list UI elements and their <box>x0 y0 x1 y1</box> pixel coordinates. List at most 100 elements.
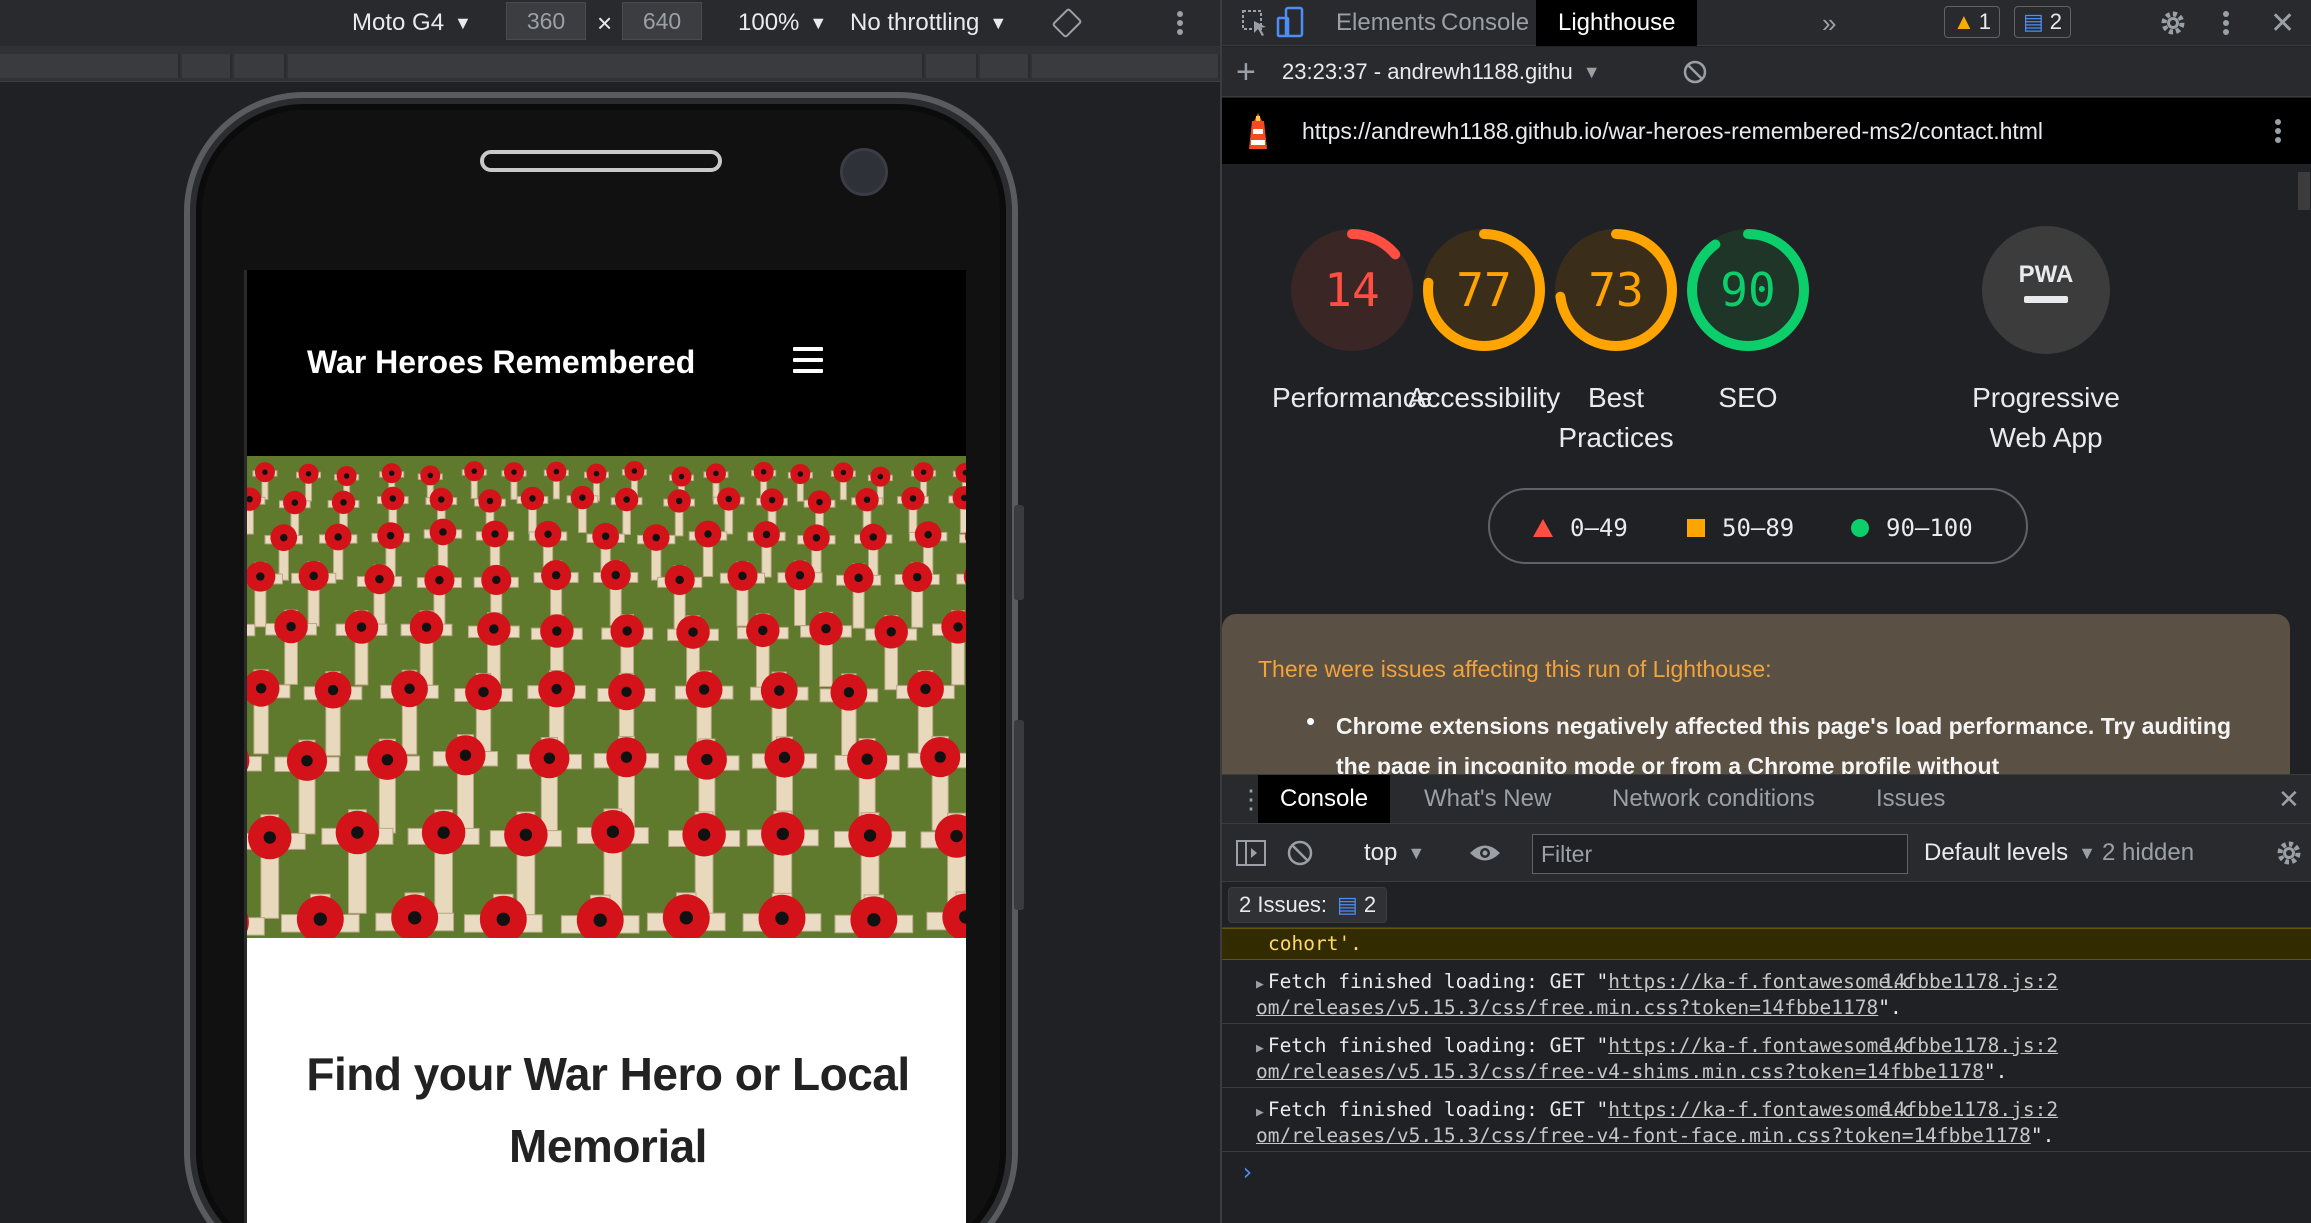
tab-elements[interactable]: Elements <box>1336 0 1436 46</box>
device-name: Moto G4 <box>352 9 445 36</box>
sidebar-toggle-icon[interactable] <box>1236 824 1266 882</box>
drawer-tab-issues[interactable]: Issues <box>1876 775 1945 823</box>
gauge-label: SEO <box>1718 382 1778 413</box>
issues-chip[interactable]: 2 Issues: ▤ 2 <box>1228 887 1388 923</box>
rotate-icon[interactable] <box>1052 0 1082 46</box>
settings-gear-icon[interactable] <box>2158 0 2188 46</box>
console-message[interactable]: ▶ Fetch finished loading: GET "https://ka… <box>1222 1024 2311 1088</box>
lighthouse-report: 14 Performance 77 Accessibility 73 Best Pract… <box>1222 164 2311 774</box>
devtools-tabbar: Elements Console Lighthouse » ▲ 1 ▤ 2 ✕ <box>1222 0 2311 46</box>
message-line: ▶ Fetch finished loading: GET "https://ka… <box>1256 970 1914 993</box>
lighthouse-url-bar: https://andrewh1188.github.io/war-heroes… <box>1222 98 2311 164</box>
message-icon: ▤ <box>2023 9 2044 34</box>
log-levels-value: Default levels <box>1924 839 2069 866</box>
phone-speaker <box>480 150 722 172</box>
lighthouse-logo-icon <box>1244 98 1272 164</box>
console-messages: cohort'. ▶ Fetch finished loading: GET "h… <box>1222 928 2311 1223</box>
message-url-link: https://ka-f.fontawesome.c <box>1608 1098 1914 1121</box>
drawer-tab-network-conditions[interactable]: Network conditions <box>1612 775 1815 823</box>
chevron-down-icon: ▼ <box>2078 842 2096 863</box>
zoom-select[interactable]: 100% ▼ <box>738 0 827 46</box>
console-warning-tail: cohort'. <box>1222 928 2311 960</box>
device-toolbar: Moto G4 ▼ 360 × 640 100% ▼ No throttling ▼ <box>0 0 1220 46</box>
height-input[interactable]: 640 <box>622 2 702 40</box>
console-message[interactable]: ▶ Fetch finished loading: GET "https://ka… <box>1222 960 2311 1024</box>
inspect-element-icon[interactable] <box>1240 0 1270 46</box>
score-ring: 77 <box>1423 229 1545 351</box>
device-toolbar-toggle-icon[interactable] <box>1276 0 1306 46</box>
runtime-warnings-box: There were issues affecting this run of … <box>1222 614 2290 774</box>
live-expression-eye-icon[interactable] <box>1468 824 1502 882</box>
drawer-tab-whats-new[interactable]: What's New <box>1424 775 1551 823</box>
gauge-progressive-web-app[interactable]: PWA Progressive Web App <box>1966 220 2126 458</box>
close-drawer-icon[interactable]: ✕ <box>2278 775 2300 823</box>
audited-url[interactable]: https://andrewh1188.github.io/war-heroes… <box>1302 98 2043 164</box>
issues-bar: 2 Issues: ▤ 2 <box>1222 882 2311 928</box>
legend-fail-label: 0–49 <box>1570 514 1628 542</box>
zoom-value: 100% <box>738 9 800 36</box>
console-filter-input[interactable] <box>1532 834 1908 874</box>
throttling-select[interactable]: No throttling ▼ <box>850 0 1007 46</box>
context-select[interactable]: top ▼ <box>1364 824 1425 882</box>
more-tabs-icon[interactable]: » <box>1822 0 1836 46</box>
report-selector[interactable]: 23:23:37 - andrewh1188.githu ▼ <box>1282 47 1601 97</box>
messages-count: 2 <box>2049 9 2063 34</box>
media-query-ruler[interactable] <box>0 46 1220 82</box>
console-prompt-icon[interactable]: › <box>1240 1158 1254 1186</box>
message-line: om/releases/v5.15.3/css/free-v4-shims.mi… <box>1256 1060 2008 1083</box>
message-line: om/releases/v5.15.3/css/free.min.css?tok… <box>1256 996 1902 1019</box>
hamburger-menu-icon[interactable] <box>793 347 823 373</box>
messages-badge[interactable]: ▤ 2 <box>2014 6 2072 38</box>
warnings-title: There were issues affecting this run of … <box>1258 656 1772 682</box>
pwa-badge-icon: PWA <box>1982 226 2110 354</box>
site-brand[interactable]: War Heroes Remembered <box>307 344 695 381</box>
report-selector-value: 23:23:37 - andrewh1188.githu <box>1282 59 1573 84</box>
red-triangle-icon <box>1533 519 1553 537</box>
tab-console[interactable]: Console <box>1441 0 1529 46</box>
clear-console-icon[interactable] <box>1286 824 1314 882</box>
message-url-link: https://ka-f.fontawesome.c <box>1608 970 1914 993</box>
drawer-tabbar: ⋮ Console What's New Network conditions … <box>1222 774 2311 824</box>
legend-fail: 0–49 <box>1532 514 1628 542</box>
message-source-link[interactable]: 14fbbe1178.js:2 <box>1882 970 2058 993</box>
message-source-link[interactable]: 14fbbe1178.js:2 <box>1882 1098 2058 1121</box>
expand-triangle-icon: ▶ <box>1256 1041 1264 1056</box>
device-select[interactable]: Moto G4 ▼ <box>352 0 472 46</box>
message-line: ▶ Fetch finished loading: GET "https://ka… <box>1256 1034 1914 1057</box>
clear-reports-icon[interactable] <box>1682 47 1708 97</box>
log-levels-select[interactable]: Default levels ▼ <box>1924 824 2096 882</box>
dimension-times-sign: × <box>597 7 613 38</box>
warnings-count: 1 <box>1978 9 1992 34</box>
gauge-seo[interactable]: 90 SEO <box>1668 220 1828 418</box>
devtools-panel: Elements Console Lighthouse » ▲ 1 ▤ 2 ✕ + … <box>1222 0 2311 1223</box>
width-input[interactable]: 360 <box>506 2 586 40</box>
chevron-down-icon: ▼ <box>454 12 472 33</box>
page-heading: Find your War Hero or Local Memorial <box>306 1048 910 1172</box>
message-source-link[interactable]: 14fbbe1178.js:2 <box>1882 1034 2058 1057</box>
warnings-badge[interactable]: ▲ 1 <box>1944 6 2001 38</box>
lighthouse-toolbar: + 23:23:37 - andrewh1188.githu ▼ <box>1222 47 2311 97</box>
warning-item: Chrome extensions negatively affected th… <box>1336 713 2232 774</box>
svg-text:PWA: PWA <box>2019 261 2074 288</box>
legend-pass-label: 90–100 <box>1886 514 1973 542</box>
console-settings-gear-icon[interactable] <box>2274 824 2304 882</box>
report-scrollbar[interactable] <box>2298 172 2310 210</box>
console-message[interactable]: ▶ Fetch finished loading: GET "https://ka… <box>1222 1088 2311 1152</box>
report-menu-icon[interactable] <box>2274 98 2282 164</box>
score-ring: 73 <box>1555 229 1677 351</box>
close-devtools-icon[interactable]: ✕ <box>2270 0 2295 46</box>
tab-lighthouse[interactable]: Lighthouse <box>1536 0 1698 46</box>
chevron-down-icon: ▼ <box>809 12 828 33</box>
score-ring: 90 <box>1687 229 1809 351</box>
new-report-plus-icon[interactable]: + <box>1236 47 1256 97</box>
bullet: • <box>1306 706 1316 736</box>
score-ring: 14 <box>1291 229 1413 351</box>
page-content: Find your War Hero or Local Memorial <box>247 938 966 1223</box>
message-url-link: om/releases/v5.15.3/css/free.min.css?tok… <box>1256 996 1879 1019</box>
hero-image-poppy-crosses <box>247 456 966 938</box>
score-value: 14 <box>1324 263 1379 317</box>
drawer-tab-console[interactable]: Console <box>1258 775 1391 823</box>
more-options-icon[interactable] <box>1176 0 1184 46</box>
customize-menu-icon[interactable] <box>2222 0 2230 46</box>
message-url-link: https://ka-f.fontawesome.c <box>1608 1034 1914 1057</box>
